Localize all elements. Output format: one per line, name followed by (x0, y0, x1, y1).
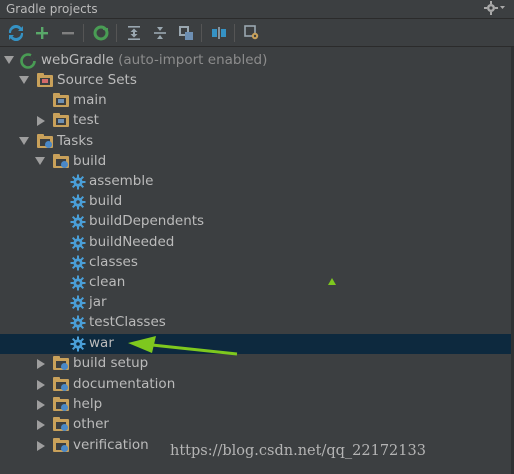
annotation-arrow (151, 343, 238, 356)
watermark-url: https://blog.csdn.net/qq_22172133 (170, 443, 426, 459)
annotation-arrowhead (128, 336, 156, 353)
annotation-overlay (128, 278, 336, 356)
annotation-triangle (328, 278, 336, 285)
